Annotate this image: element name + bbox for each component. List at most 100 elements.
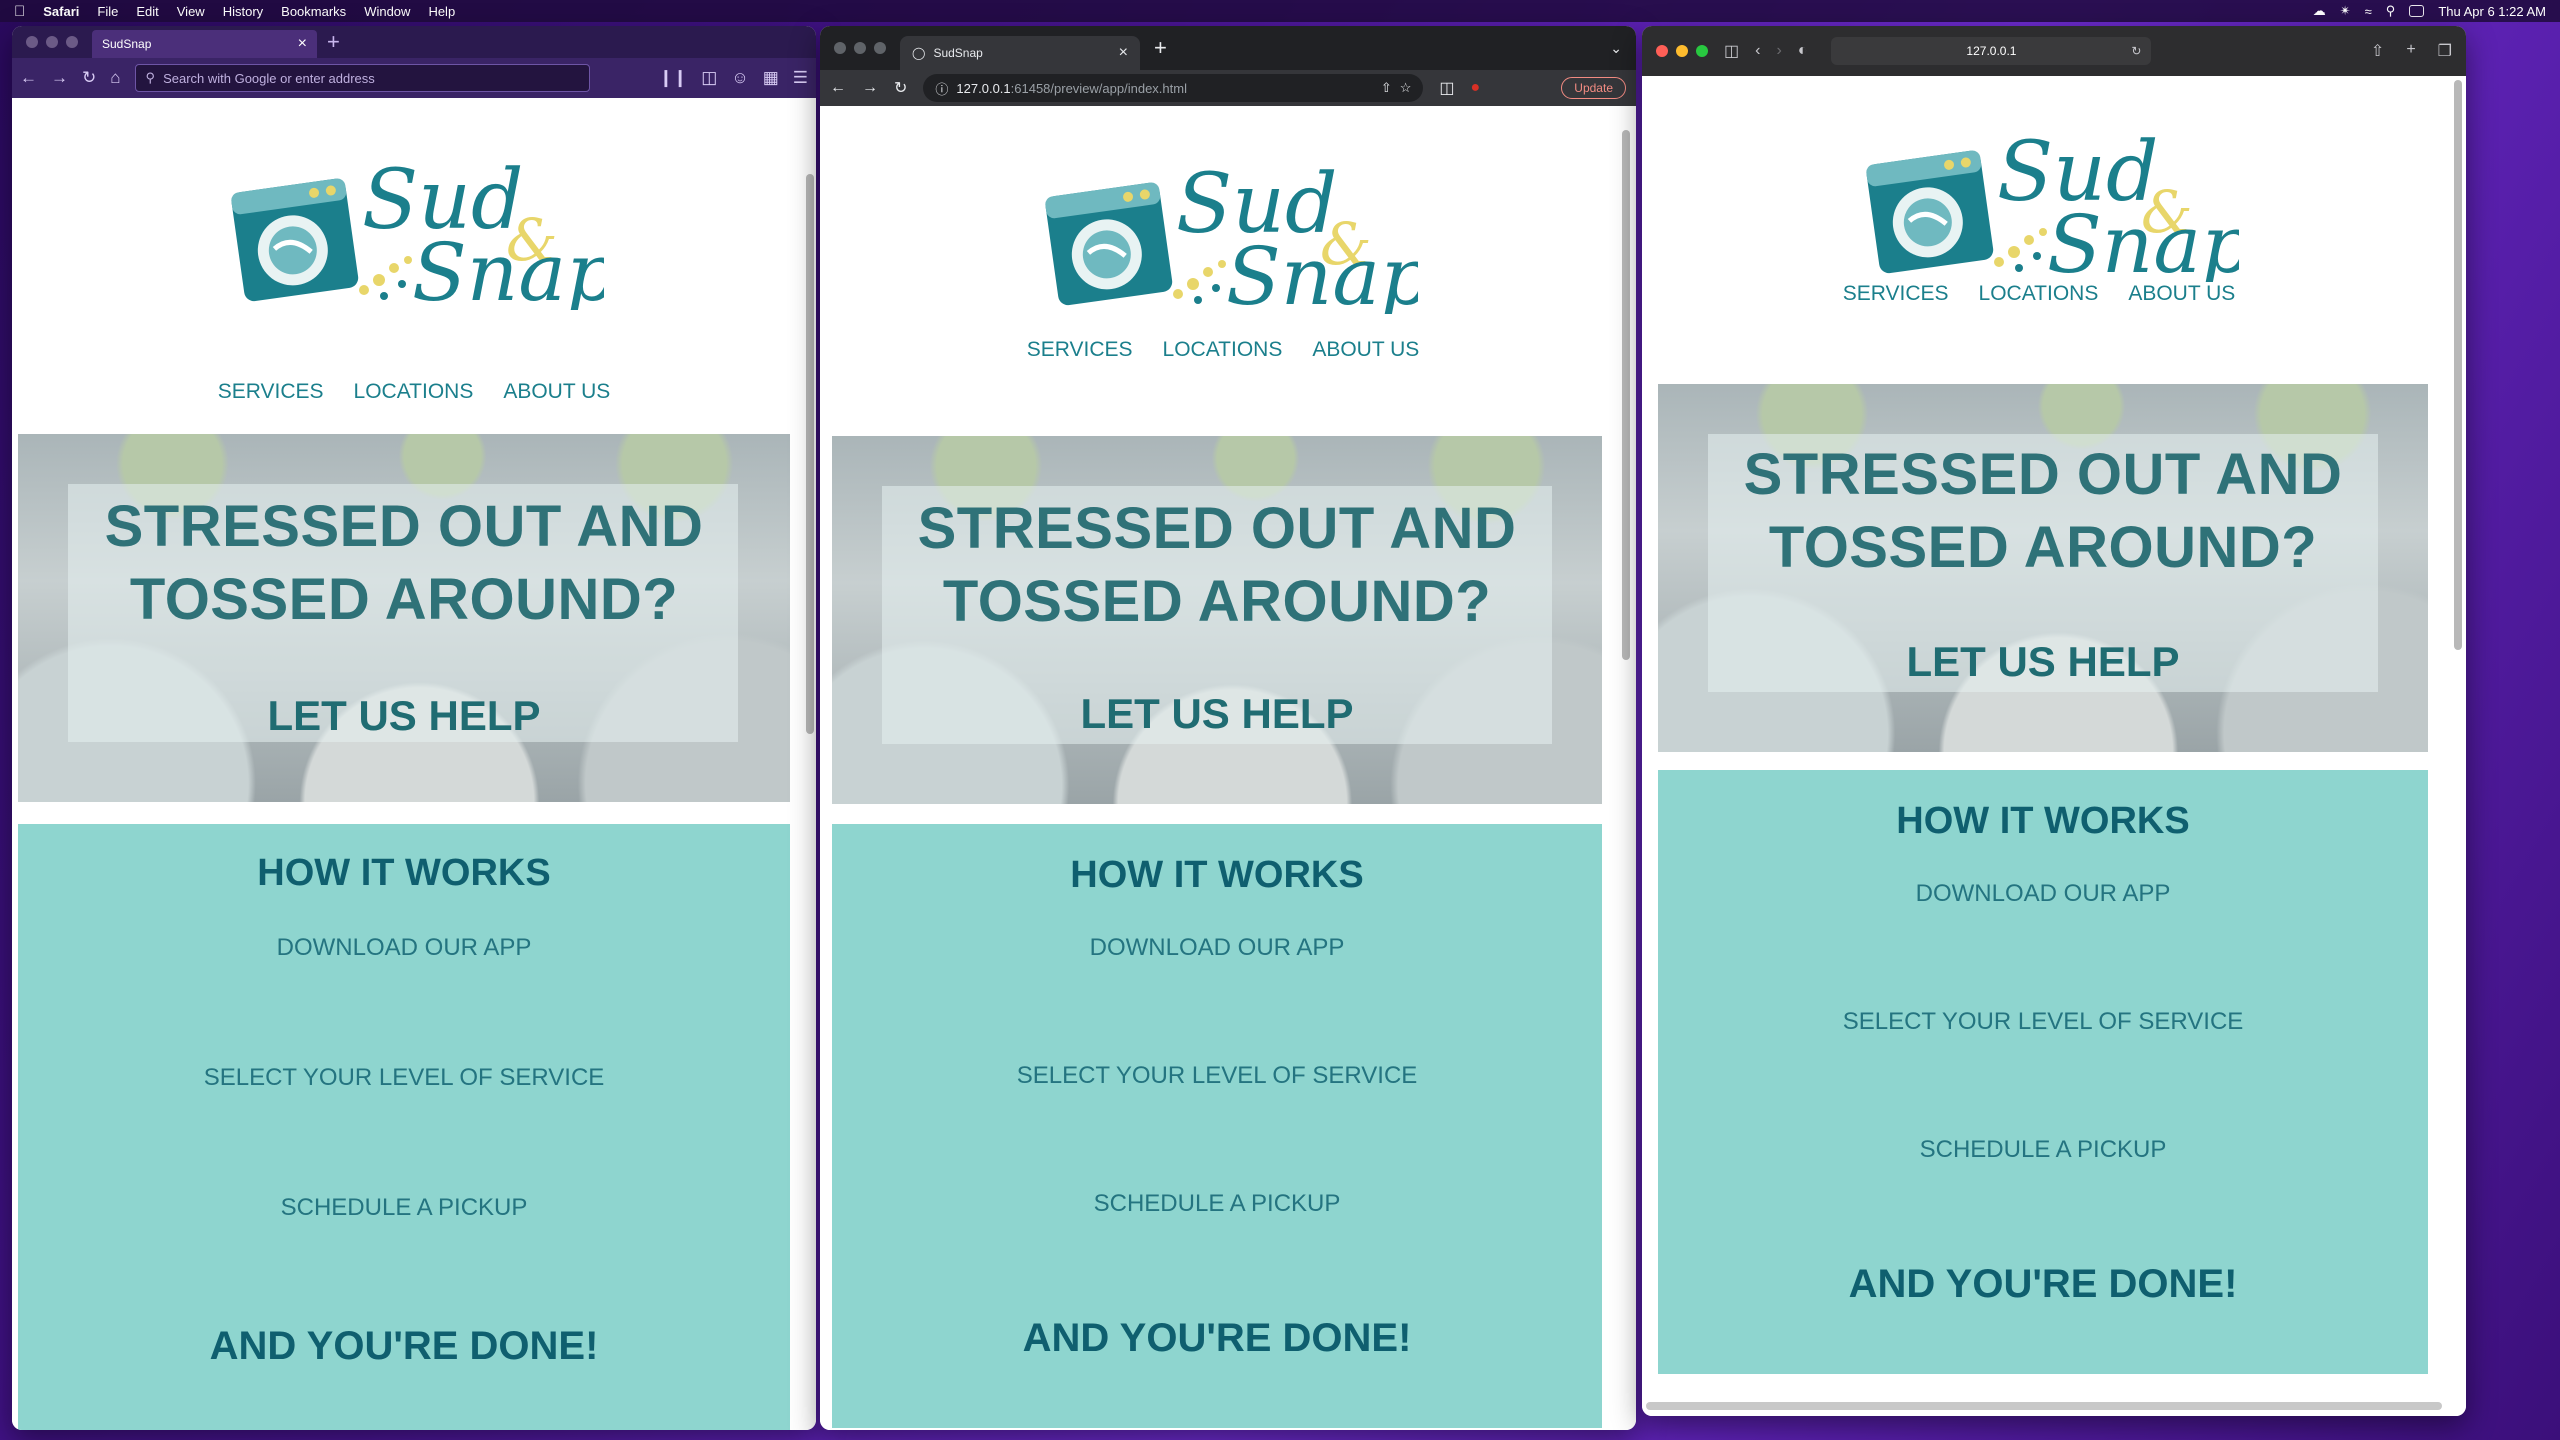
done-message: AND YOU'RE DONE! bbox=[1022, 1316, 1412, 1360]
forward-icon[interactable]: → bbox=[862, 79, 878, 97]
step-select-service: SELECT YOUR LEVEL OF SERVICE bbox=[1842, 1008, 2244, 1035]
main-nav: SERVICES LOCATIONS ABOUT US bbox=[12, 380, 816, 404]
back-icon[interactable]: ← bbox=[830, 79, 846, 97]
toolbar-actions: ⇧ + ❐ bbox=[2371, 41, 2452, 61]
vertical-scrollbar[interactable] bbox=[806, 174, 814, 734]
reload-icon[interactable]: ↻ bbox=[82, 68, 96, 88]
menu-edit[interactable]: Edit bbox=[136, 4, 158, 19]
bluetooth-icon[interactable]: ✴ bbox=[2340, 3, 2351, 19]
menu-view[interactable]: View bbox=[177, 4, 205, 19]
zoom-window-button[interactable] bbox=[1696, 45, 1708, 57]
menu-icon[interactable]: ☰ bbox=[793, 68, 808, 88]
zoom-window-button[interactable] bbox=[874, 42, 886, 54]
close-window-button[interactable] bbox=[1656, 45, 1668, 57]
bookmark-star-icon[interactable]: ☆ bbox=[1400, 80, 1412, 96]
nav-services[interactable]: SERVICES bbox=[218, 380, 324, 404]
menu-clock[interactable]: Thu Apr 6 1:22 AM bbox=[2438, 4, 2546, 19]
minimize-window-button[interactable] bbox=[46, 36, 58, 48]
sudsnap-logo[interactable]: Sud & Snap bbox=[1038, 154, 1431, 323]
address-bar[interactable]: 127.0.0.1 ↻ bbox=[1831, 37, 2152, 65]
menu-app-name[interactable]: Safari bbox=[43, 4, 79, 19]
nav-locations[interactable]: LOCATIONS bbox=[354, 380, 474, 404]
tab-search-chevron-icon[interactable]: ⌄ bbox=[1610, 40, 1622, 57]
chrome-window: ◯ SudSnap × + ⌄ ← → ↻ ⓘ 127.0.0.1:61458/… bbox=[820, 26, 1636, 1430]
tab-title: SudSnap bbox=[102, 37, 152, 51]
creative-cloud-icon[interactable]: ☁ bbox=[2313, 3, 2326, 19]
hero-cta[interactable]: LET US HELP bbox=[1658, 638, 2428, 686]
safari-toolbar: ◫ ‹ › ◐ 127.0.0.1 ↻ ⇧ + ❐ bbox=[1642, 26, 2466, 76]
step-schedule-pickup: SCHEDULE A PICKUP bbox=[280, 1194, 528, 1221]
reload-icon[interactable]: ↻ bbox=[2131, 44, 2141, 58]
library-icon[interactable]: ❙❙ bbox=[659, 68, 688, 88]
menu-history[interactable]: History bbox=[223, 4, 263, 19]
nav-services[interactable]: SERVICES bbox=[1843, 282, 1949, 306]
hero-headline: STRESSED OUT AND TOSSED AROUND? bbox=[832, 492, 1602, 638]
menu-window[interactable]: Window bbox=[364, 4, 410, 19]
update-button[interactable]: Update bbox=[1561, 77, 1626, 99]
extensions-icon[interactable]: ▦ bbox=[763, 68, 779, 88]
wifi-icon[interactable]: ≈ bbox=[2365, 4, 2372, 19]
main-nav: SERVICES LOCATIONS ABOUT US bbox=[820, 338, 1636, 362]
nav-about-us[interactable]: ABOUT US bbox=[503, 380, 610, 404]
back-icon[interactable]: ← bbox=[20, 68, 37, 88]
new-tab-icon[interactable]: + bbox=[2406, 41, 2415, 61]
apple-menu-icon[interactable]:  bbox=[14, 3, 25, 20]
nav-about-us[interactable]: ABOUT US bbox=[2128, 282, 2235, 306]
forward-icon[interactable]: › bbox=[1776, 42, 1781, 60]
side-panel-icon[interactable]: ◫ bbox=[1439, 78, 1454, 98]
sidebar-icon[interactable]: ◫ bbox=[1724, 41, 1739, 61]
browser-tab[interactable]: ◯ SudSnap × bbox=[900, 36, 1140, 70]
menu-help[interactable]: Help bbox=[428, 4, 455, 19]
minimize-window-button[interactable] bbox=[854, 42, 866, 54]
safari-window: ◫ ‹ › ◐ 127.0.0.1 ↻ ⇧ + ❐ Sud & Snap SER… bbox=[1642, 26, 2466, 1416]
vertical-scrollbar[interactable] bbox=[1622, 130, 1630, 660]
new-tab-button[interactable]: + bbox=[327, 29, 340, 55]
site-info-icon[interactable]: ⓘ bbox=[935, 79, 948, 98]
home-icon[interactable]: ⌂ bbox=[110, 68, 120, 88]
how-it-works-section: HOW IT WORKS DOWNLOAD OUR APP SELECT YOU… bbox=[1658, 770, 2428, 1374]
back-icon[interactable]: ‹ bbox=[1755, 42, 1760, 60]
share-icon[interactable]: ⇧ bbox=[2371, 41, 2384, 61]
window-controls bbox=[820, 42, 900, 54]
reload-icon[interactable]: ↻ bbox=[894, 78, 907, 98]
menu-file[interactable]: File bbox=[97, 4, 118, 19]
menu-bookmarks[interactable]: Bookmarks bbox=[281, 4, 346, 19]
zoom-window-button[interactable] bbox=[66, 36, 78, 48]
close-tab-icon[interactable]: × bbox=[298, 35, 307, 53]
hero-cta[interactable]: LET US HELP bbox=[18, 692, 790, 740]
privacy-shield-icon[interactable]: ◐ bbox=[1798, 42, 1808, 60]
share-icon[interactable]: ⇧ bbox=[1381, 80, 1392, 96]
control-center-icon[interactable] bbox=[2409, 5, 2425, 17]
new-tab-button[interactable]: + bbox=[1154, 35, 1167, 61]
sidebar-icon[interactable]: ◫ bbox=[701, 68, 717, 88]
close-tab-icon[interactable]: × bbox=[1119, 44, 1128, 62]
nav-locations[interactable]: LOCATIONS bbox=[1979, 282, 2099, 306]
hero-cta[interactable]: LET US HELP bbox=[832, 690, 1602, 738]
tab-overview-icon[interactable]: ❐ bbox=[2438, 41, 2452, 61]
hero-line-2: TOSSED AROUND? bbox=[129, 567, 679, 632]
address-bar[interactable]: ⚲ Search with Google or enter address bbox=[134, 64, 590, 92]
vertical-scrollbar[interactable] bbox=[2454, 80, 2462, 650]
forward-icon[interactable]: → bbox=[51, 68, 68, 88]
hero-line-2: TOSSED AROUND? bbox=[942, 569, 1492, 634]
search-icon: ⚲ bbox=[145, 70, 156, 85]
close-window-button[interactable] bbox=[26, 36, 38, 48]
toolbar-actions: ❙❙ ◫ ☺ ▦ ☰ bbox=[659, 68, 808, 88]
firefox-window: SudSnap × + ← → ↻ ⌂ ⚲ Search with Google… bbox=[12, 26, 816, 1430]
nav-services[interactable]: SERVICES bbox=[1027, 338, 1133, 362]
address-bar[interactable]: ⓘ 127.0.0.1:61458/preview/app/index.html… bbox=[923, 74, 1424, 102]
horizontal-scrollbar[interactable] bbox=[1646, 1402, 2442, 1410]
account-icon[interactable]: ☺ bbox=[731, 68, 748, 88]
firefox-toolbar: ← → ↻ ⌂ ⚲ Search with Google or enter ad… bbox=[12, 58, 816, 98]
sudsnap-logo[interactable]: Sud & Snap bbox=[224, 150, 617, 319]
sudsnap-logo[interactable]: Sud & Snap bbox=[1859, 122, 2252, 291]
status-tray: ☁ ✴ ≈ ⚲ Thu Apr 6 1:22 AM bbox=[2313, 3, 2546, 19]
search-icon[interactable]: ⚲ bbox=[2386, 3, 2396, 19]
minimize-window-button[interactable] bbox=[1676, 45, 1688, 57]
globe-icon: ◯ bbox=[912, 46, 926, 60]
browser-tab[interactable]: SudSnap × bbox=[92, 30, 317, 58]
nav-about-us[interactable]: ABOUT US bbox=[1312, 338, 1419, 362]
close-window-button[interactable] bbox=[834, 42, 846, 54]
nav-locations[interactable]: LOCATIONS bbox=[1163, 338, 1283, 362]
profile-avatar[interactable]: ● bbox=[1471, 79, 1481, 97]
